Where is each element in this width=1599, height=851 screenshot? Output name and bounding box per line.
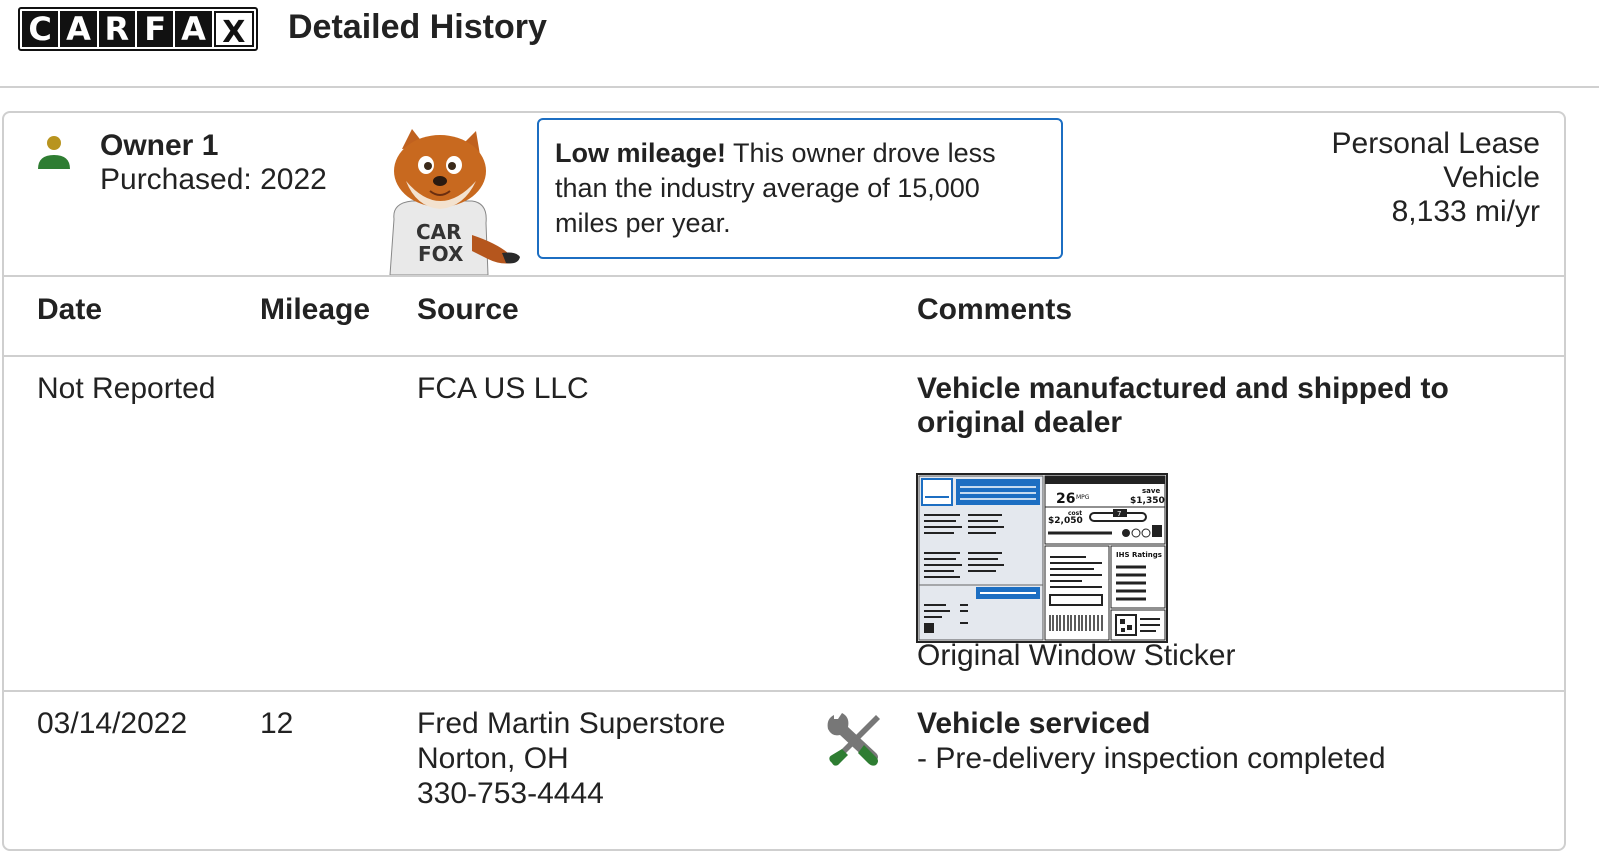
row-date: Not Reported xyxy=(37,372,216,405)
wrench-screwdriver-icon xyxy=(827,713,880,766)
row-date: 03/14/2022 xyxy=(37,707,188,740)
report-header: C A R F A X Detailed History xyxy=(0,0,1599,88)
person-icon xyxy=(38,136,70,169)
callout-headline: Low mileage! xyxy=(555,138,727,168)
lease-type-line2: Vehicle xyxy=(1443,161,1540,194)
ownership-type: Personal Lease Vehicle 8,133 mi/yr xyxy=(1260,127,1540,229)
row-mileage: 12 xyxy=(260,707,294,740)
sticker-mpg: 26 xyxy=(1056,491,1075,507)
row-source-name: Fred Martin Superstore xyxy=(417,707,726,740)
sticker-save-label: save xyxy=(1142,487,1160,495)
column-header-source: Source xyxy=(417,293,519,326)
sticker-ratings-label: IHS Ratings xyxy=(1116,551,1162,559)
row-source-location: Norton, OH xyxy=(417,742,569,775)
row-comment-title: Vehicle manufactured and shipped to orig… xyxy=(917,372,1449,439)
fox-shirt-text: FOX xyxy=(418,242,464,266)
owner-summary: Owner 1 Purchased: 2022 CAR FOX Low mile… xyxy=(4,113,1564,277)
page-title: Detailed History xyxy=(288,8,547,46)
column-header-comments: Comments xyxy=(917,293,1073,326)
logo-letter: C xyxy=(22,11,59,47)
logo-letter: A xyxy=(60,11,97,47)
owner-purchased: Purchased: 2022 xyxy=(100,163,327,196)
low-mileage-callout: Low mileage! This owner drove less than … xyxy=(537,118,1063,259)
carfax-logo: C A R F A X xyxy=(18,7,258,51)
logo-letter: F xyxy=(136,11,174,47)
original-window-sticker-link[interactable]: Original Window Sticker xyxy=(917,639,1235,673)
row-divider xyxy=(4,690,1564,692)
carfox-mascot-icon: CAR FOX xyxy=(389,129,520,275)
sticker-rating: 7 xyxy=(1117,510,1121,518)
mileage-rate: 8,133 mi/yr xyxy=(1391,195,1540,228)
history-card: Owner 1 Purchased: 2022 CAR FOX Low mile… xyxy=(2,111,1566,851)
row-source-phone[interactable]: 330-753-4444 xyxy=(417,776,604,811)
window-sticker-icon[interactable]: 26 MPG save $1,350 cost $2,050 7 IHS Rat… xyxy=(916,473,1168,643)
logo-letter: X xyxy=(213,11,254,50)
row-comment-title: Vehicle serviced xyxy=(917,707,1151,740)
column-header-mileage: Mileage xyxy=(260,293,371,326)
row-comment-detail: - Pre-delivery inspection completed xyxy=(917,742,1386,775)
logo-letter: A xyxy=(175,11,212,47)
sticker-cost-value: $2,050 xyxy=(1048,516,1083,526)
fox-shirt-text: CAR xyxy=(416,220,462,244)
row-source: FCA US LLC xyxy=(417,372,589,405)
header-divider xyxy=(4,355,1564,357)
sticker-save-value: $1,350 xyxy=(1130,496,1165,506)
owner-title: Owner 1 xyxy=(100,129,219,162)
logo-letter: R xyxy=(98,11,135,47)
lease-type-line1: Personal Lease xyxy=(1331,127,1540,160)
column-header-date: Date xyxy=(37,293,103,326)
sticker-mpg-unit: MPG xyxy=(1076,494,1090,501)
